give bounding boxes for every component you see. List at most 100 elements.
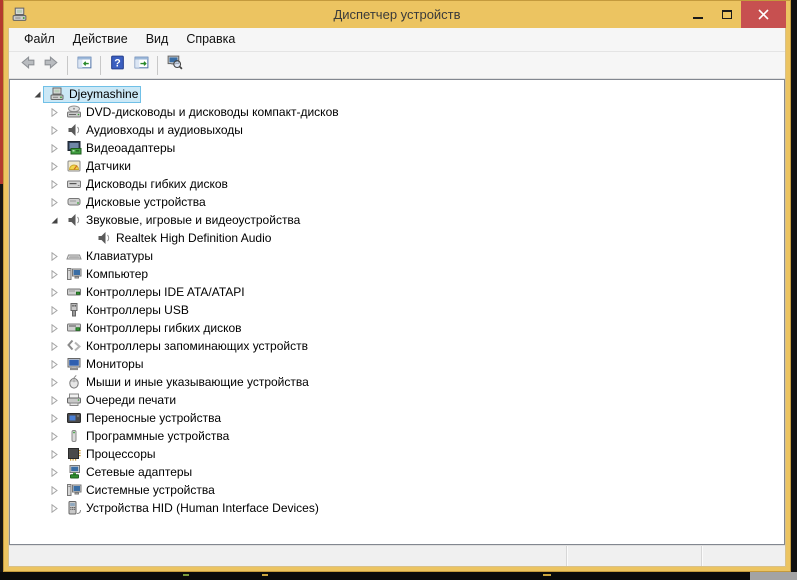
tree-item-software-devices[interactable]: Программные устройства — [10, 427, 784, 445]
expand-expander-icon[interactable] — [49, 413, 60, 424]
tree-item-content[interactable]: Видеоадаптеры — [60, 140, 178, 157]
tree-item-content[interactable]: Аудиовходы и аудиовыходы — [60, 122, 246, 139]
tree-item-content[interactable]: Звуковые, игровые и видеоустройства — [60, 212, 303, 229]
menu-item-action[interactable]: Действие — [64, 28, 137, 51]
tree-item-content[interactable]: Realtek High Definition Audio — [90, 230, 274, 247]
tree-item-floppy-drives[interactable]: Дисководы гибких дисков — [10, 175, 784, 193]
tree-item-storage-controllers[interactable]: Контроллеры запоминающих устройств — [10, 337, 784, 355]
tree-item-sensors[interactable]: Датчики — [10, 157, 784, 175]
expand-expander-icon[interactable] — [49, 395, 60, 406]
properties-button[interactable] — [129, 54, 153, 77]
tree-item-label: Программные устройства — [86, 428, 229, 444]
tree-item-disk-devices[interactable]: Дисковые устройства — [10, 193, 784, 211]
close-button[interactable] — [741, 1, 786, 28]
tree-item-network-adapters[interactable]: Сетевые адаптеры — [10, 463, 784, 481]
tree-item-content[interactable]: Программные устройства — [60, 428, 232, 445]
expand-expander-icon[interactable] — [49, 197, 60, 208]
help-icon: ? — [109, 54, 126, 76]
expand-expander-icon[interactable] — [49, 179, 60, 190]
tree-item-label: DVD-дисководы и дисководы компакт-дисков — [86, 104, 339, 120]
expand-expander-icon[interactable] — [49, 485, 60, 496]
tree-item-portable-devices[interactable]: Переносные устройства — [10, 409, 784, 427]
tree-item-content[interactable]: Компьютер — [60, 266, 151, 283]
scan-hardware-changes-button[interactable] — [162, 54, 186, 77]
collapse-expander-icon[interactable] — [49, 215, 60, 226]
menu-item-file[interactable]: Файл — [15, 28, 64, 51]
expand-expander-icon[interactable] — [49, 341, 60, 352]
tree-item-processors[interactable]: Процессоры — [10, 445, 784, 463]
tree-item-mice-pointing[interactable]: Мыши и иные указывающие устройства — [10, 373, 784, 391]
speaker-icon — [96, 230, 112, 246]
tree-item-root-djeymashine[interactable]: Djeymashine — [10, 85, 784, 103]
tree-item-content[interactable]: Дисковые устройства — [60, 194, 209, 211]
tree-item-content[interactable]: Дисководы гибких дисков — [60, 176, 231, 193]
tree-item-label: Дисковые устройства — [86, 194, 206, 210]
expand-expander-icon[interactable] — [49, 269, 60, 280]
expand-expander-icon[interactable] — [49, 377, 60, 388]
collapse-expander-icon[interactable] — [32, 89, 43, 100]
menu-item-view[interactable]: Вид — [137, 28, 178, 51]
menu-item-help[interactable]: Справка — [177, 28, 244, 51]
expand-expander-icon[interactable] — [49, 359, 60, 370]
expand-expander-icon[interactable] — [49, 125, 60, 136]
tree-item-label: Контроллеры IDE ATA/ATAPI — [86, 284, 245, 300]
forward-button[interactable] — [39, 54, 63, 77]
tree-item-video-adapters[interactable]: Видеоадаптеры — [10, 139, 784, 157]
tree-item-content[interactable]: DVD-дисководы и дисководы компакт-дисков — [60, 104, 342, 121]
tree-item-usb-controllers[interactable]: Контроллеры USB — [10, 301, 784, 319]
expand-expander-icon[interactable] — [49, 161, 60, 172]
expand-expander-icon[interactable] — [49, 305, 60, 316]
tree-item-content[interactable]: Датчики — [60, 158, 134, 175]
maximize-button[interactable] — [712, 1, 741, 28]
tree-item-floppy-controllers[interactable]: Контроллеры гибких дисков — [10, 319, 784, 337]
toolbar: ? — [9, 52, 785, 79]
back-button[interactable] — [15, 54, 39, 77]
minimize-button[interactable] — [683, 1, 712, 28]
tree-item-content[interactable]: Контроллеры запоминающих устройств — [60, 338, 311, 355]
title-bar[interactable]: Диспетчер устройств — [4, 1, 790, 28]
expand-expander-icon[interactable] — [49, 467, 60, 478]
tree-item-label: Очереди печати — [86, 392, 176, 408]
expand-expander-icon[interactable] — [49, 431, 60, 442]
tree-item-content[interactable]: Контроллеры IDE ATA/ATAPI — [60, 284, 248, 301]
tree-item-sound-game-video[interactable]: Звуковые, игровые и видеоустройства — [10, 211, 784, 229]
tree-item-content[interactable]: Переносные устройства — [60, 410, 224, 427]
expand-expander-icon[interactable] — [49, 323, 60, 334]
mouse-icon — [66, 374, 82, 390]
tree-item-keyboards[interactable]: Клавиатуры — [10, 247, 784, 265]
expand-expander-icon[interactable] — [49, 107, 60, 118]
tree-item-content[interactable]: Процессоры — [60, 446, 159, 463]
tree-item-content[interactable]: Мониторы — [60, 356, 146, 373]
tree-item-audio-inputs-outputs[interactable]: Аудиовходы и аудиовыходы — [10, 121, 784, 139]
tree-item-label: Устройства HID (Human Interface Devices) — [86, 500, 319, 516]
tree-item-realtek-hd-audio[interactable]: Realtek High Definition Audio — [10, 229, 784, 247]
tree-item-print-queues[interactable]: Очереди печати — [10, 391, 784, 409]
expand-expander-icon[interactable] — [49, 287, 60, 298]
taskbar-speck — [262, 574, 268, 576]
expand-expander-icon[interactable] — [49, 449, 60, 460]
tree-item-ide-controllers[interactable]: Контроллеры IDE ATA/ATAPI — [10, 283, 784, 301]
tree-item-content[interactable]: Сетевые адаптеры — [60, 464, 195, 481]
tree-item-content[interactable]: Очереди печати — [60, 392, 179, 409]
expand-expander-icon[interactable] — [49, 143, 60, 154]
tree-item-hid-devices[interactable]: Устройства HID (Human Interface Devices) — [10, 499, 784, 517]
tree-item-content[interactable]: Контроллеры гибких дисков — [60, 320, 245, 337]
tree-item-content[interactable]: Мыши и иные указывающие устройства — [60, 374, 312, 391]
help-button[interactable]: ? — [105, 54, 129, 77]
tree-item-content[interactable]: Клавиатуры — [60, 248, 156, 265]
tree-item-computer[interactable]: Компьютер — [10, 265, 784, 283]
tree-item-content[interactable]: Устройства HID (Human Interface Devices) — [60, 500, 322, 517]
tree-item-monitors[interactable]: Мониторы — [10, 355, 784, 373]
usb-icon — [66, 302, 82, 318]
tree-item-system-devices[interactable]: Системные устройства — [10, 481, 784, 499]
expand-expander-icon[interactable] — [49, 503, 60, 514]
tree-item-dvd-drives[interactable]: DVD-дисководы и дисководы компакт-дисков — [10, 103, 784, 121]
device-manager-window: Диспетчер устройств ФайлДействиеВидСправ… — [3, 0, 791, 572]
tree-item-content[interactable]: Системные устройства — [60, 482, 218, 499]
toolbar-separator — [67, 56, 68, 75]
show-console-tree-button[interactable] — [72, 54, 96, 77]
tree-item-label: Переносные устройства — [86, 410, 221, 426]
expand-expander-icon[interactable] — [49, 251, 60, 262]
tree-item-content[interactable]: Djeymashine — [43, 86, 141, 103]
tree-item-content[interactable]: Контроллеры USB — [60, 302, 192, 319]
